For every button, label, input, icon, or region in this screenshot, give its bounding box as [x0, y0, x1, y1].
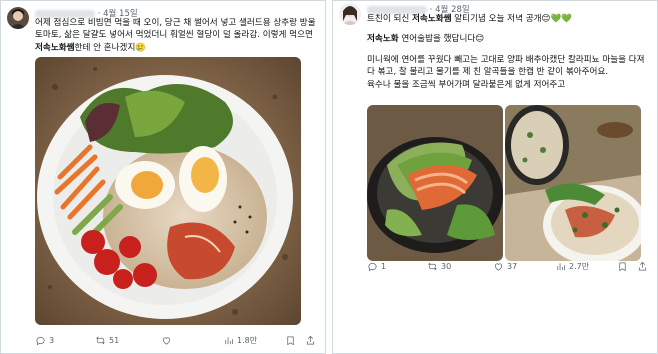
reply-icon: [368, 262, 377, 272]
like-button[interactable]: 37: [493, 261, 517, 272]
avatar[interactable]: [7, 7, 29, 29]
post-card-right[interactable]: · 4월 28일 트친이 되신 저속노화쌤 알티기념 오늘 저녁 공개😊💚💚 저…: [332, 0, 658, 354]
post-text-line: 미니웍에 연어를 꾸웠다 빼고는 고대로 양파 배추아캤단 칼라피뇨 마늘을 다…: [367, 54, 645, 65]
post-text-line: 어제 점심으로 비빔면 먹을 때 오이, 당근 채 썰어서 넣고 샐러드용 상추…: [35, 18, 316, 28]
share-button[interactable]: [637, 261, 648, 272]
views-chart-icon: [557, 263, 565, 271]
post-text-line: 저속노화 연어술밥을 했답니다😊: [367, 34, 485, 45]
reply-icon: [36, 336, 45, 346]
post-text-line: 트친이 되신 저속노화쌤 알티기념 오늘 저녁 공개😊💚💚: [367, 14, 572, 24]
post-text: 어제 점심으로 비빔면 먹을 때 오이, 당근 채 썰어서 넣고 샐러드용 상추…: [35, 17, 323, 54]
share-icon: [638, 261, 647, 271]
bookmark-button[interactable]: [285, 335, 296, 346]
share-icon: [306, 335, 315, 345]
post-text-line: 다 볶고, 찰 불리고 물기를 제 친 알곡들을 한캡 반 같이 볶아주어요.: [367, 67, 609, 78]
bookmark-icon: [287, 336, 294, 346]
reply-button[interactable]: 3: [35, 335, 54, 346]
like-button[interactable]: [161, 335, 175, 346]
share-button[interactable]: [305, 335, 316, 346]
food-photo-salmon-wok[interactable]: [367, 105, 503, 261]
food-photo-rice-bowl[interactable]: [505, 105, 641, 261]
views-chart-icon: [225, 337, 233, 345]
brand-mention[interactable]: 저속노화: [367, 34, 399, 44]
reply-button[interactable]: 1: [367, 261, 386, 272]
post-actions: 3 51 1.8만: [1, 327, 325, 353]
food-photo-bibim[interactable]: [35, 57, 301, 325]
rice-bowl-illustration: [505, 105, 641, 261]
bibim-bowl-illustration: [35, 57, 301, 325]
salmon-wok-illustration: [367, 105, 503, 261]
views-button[interactable]: 1.8만: [223, 335, 257, 346]
repost-button[interactable]: 30: [427, 261, 451, 272]
post-actions: 1 30 37 2.7만: [333, 253, 657, 279]
repost-button[interactable]: 51: [95, 335, 119, 346]
heart-icon: [162, 337, 171, 345]
brand-mention[interactable]: 저속노화쌤: [412, 14, 452, 24]
avatar[interactable]: [339, 3, 361, 25]
views-button[interactable]: 2.7만: [555, 261, 589, 272]
heart-icon: [494, 263, 503, 271]
post-text-line: 토마토, 삶은 달걀도 넣어서 먹었더니 훠얼씬 혈당이 덜 올라감. 이렇게 …: [35, 30, 313, 41]
post-text-line: 육수나 물을 조금씩 부어가며 달라붙은게 없게 저어주고: [367, 79, 566, 90]
post-text: 트친이 되신 저속노화쌤 알티기념 오늘 저녁 공개😊💚💚 저속노화 연어술밥을…: [367, 13, 655, 91]
bookmark-icon: [619, 262, 626, 272]
bookmark-button[interactable]: [617, 261, 628, 272]
post-card-left[interactable]: · 4월 15일 어제 점심으로 비빔면 먹을 때 오이, 당근 채 썰어서 넣…: [0, 0, 326, 354]
brand-mention[interactable]: 저속노화쌤: [35, 43, 75, 53]
repost-icon: [96, 336, 105, 345]
repost-icon: [428, 262, 437, 271]
post-text-line: 저속노화쌤한테 안 혼나겠지🥲: [35, 42, 147, 53]
